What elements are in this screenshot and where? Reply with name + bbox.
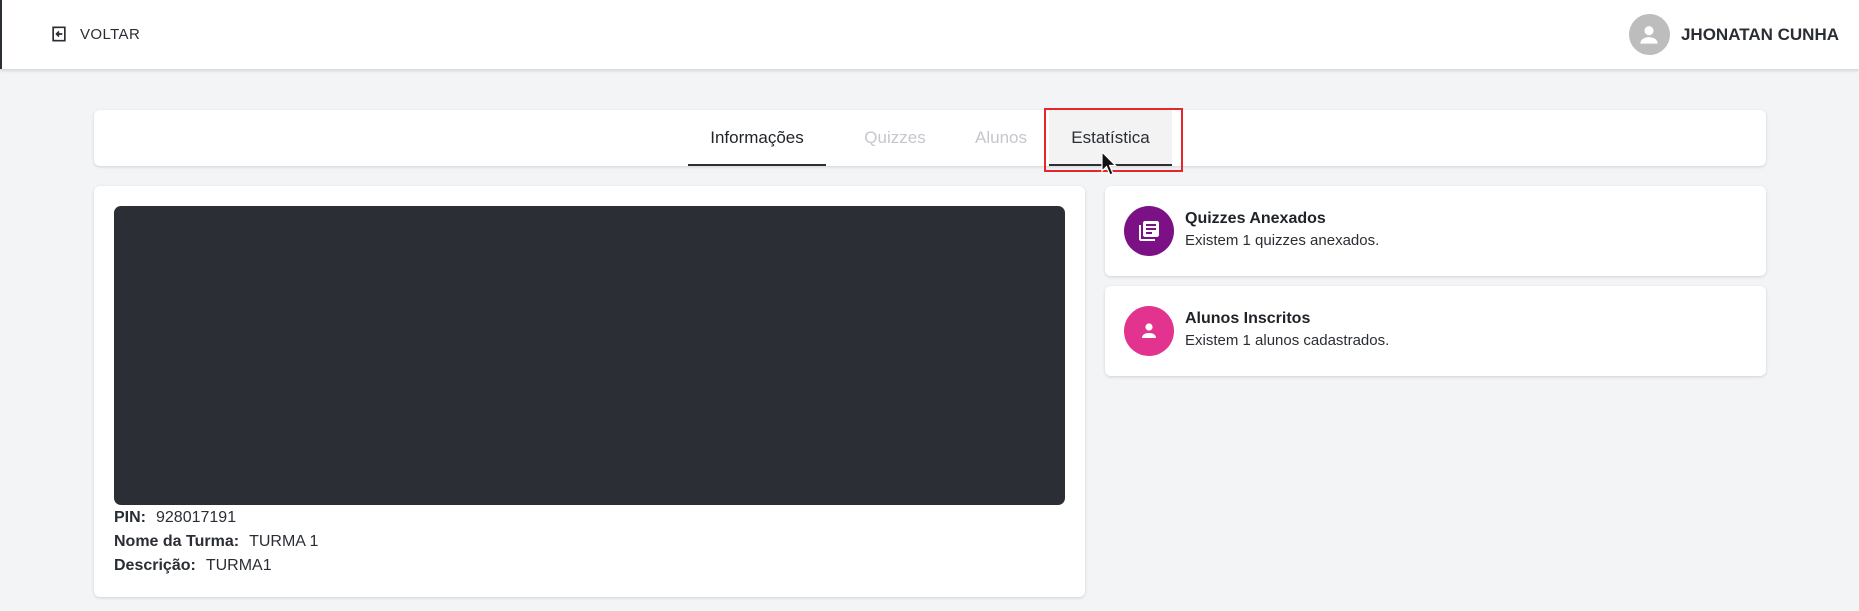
avatar[interactable]: [1628, 14, 1670, 55]
class-name-label: Nome da Turma:: [114, 533, 240, 550]
stat-title: Alunos Inscritos: [1185, 310, 1311, 327]
user-name: JHONATAN CUNHA: [1680, 24, 1839, 44]
pin-row: PIN: 928017191: [114, 507, 236, 529]
stat-description: Existem 1 alunos cadastrados.: [1185, 332, 1390, 349]
class-name-row: Nome da Turma: TURMA 1: [114, 531, 318, 553]
description-value: TURMA1: [205, 557, 272, 574]
class-info-card: PIN: 928017191 Nome da Turma: TURMA 1 De…: [94, 186, 1085, 597]
description-row: Descrição: TURMA1: [114, 555, 272, 577]
stat-title: Quizzes Anexados: [1185, 210, 1326, 227]
stat-description: Existem 1 quizzes anexados.: [1185, 232, 1380, 249]
exit-arrow-icon: [49, 24, 69, 44]
description-label: Descrição:: [114, 557, 196, 574]
pin-label: PIN:: [114, 509, 146, 526]
tab-bar: Informações Quizzes Alunos Estatística: [94, 110, 1766, 166]
person-icon: [1640, 25, 1659, 44]
top-bar: VOLTAR JHONATAN CUNHA: [0, 0, 1859, 69]
user-menu[interactable]: JHONATAN CUNHA: [1628, 14, 1839, 55]
stat-icon-badge: [1124, 206, 1174, 256]
pin-value: 928017191: [156, 509, 237, 526]
tab-quizzes: Quizzes: [864, 128, 926, 147]
tab-alunos: Alunos: [975, 128, 1027, 147]
tab-informacoes[interactable]: Informações: [688, 110, 826, 166]
quizzes-stat-card: Quizzes Anexados Existem 1 quizzes anexa…: [1105, 186, 1766, 276]
back-label: VOLTAR: [80, 25, 141, 43]
class-name-value: TURMA 1: [249, 533, 319, 550]
person-icon: [1142, 323, 1156, 338]
class-cover-image: [114, 206, 1065, 505]
stat-icon-badge: [1124, 306, 1174, 356]
students-stat-card: Alunos Inscritos Existem 1 alunos cadast…: [1105, 286, 1766, 376]
back-button[interactable]: VOLTAR: [49, 23, 140, 45]
mouse-cursor-icon: [1101, 151, 1117, 176]
library-books-icon: [1139, 221, 1159, 241]
